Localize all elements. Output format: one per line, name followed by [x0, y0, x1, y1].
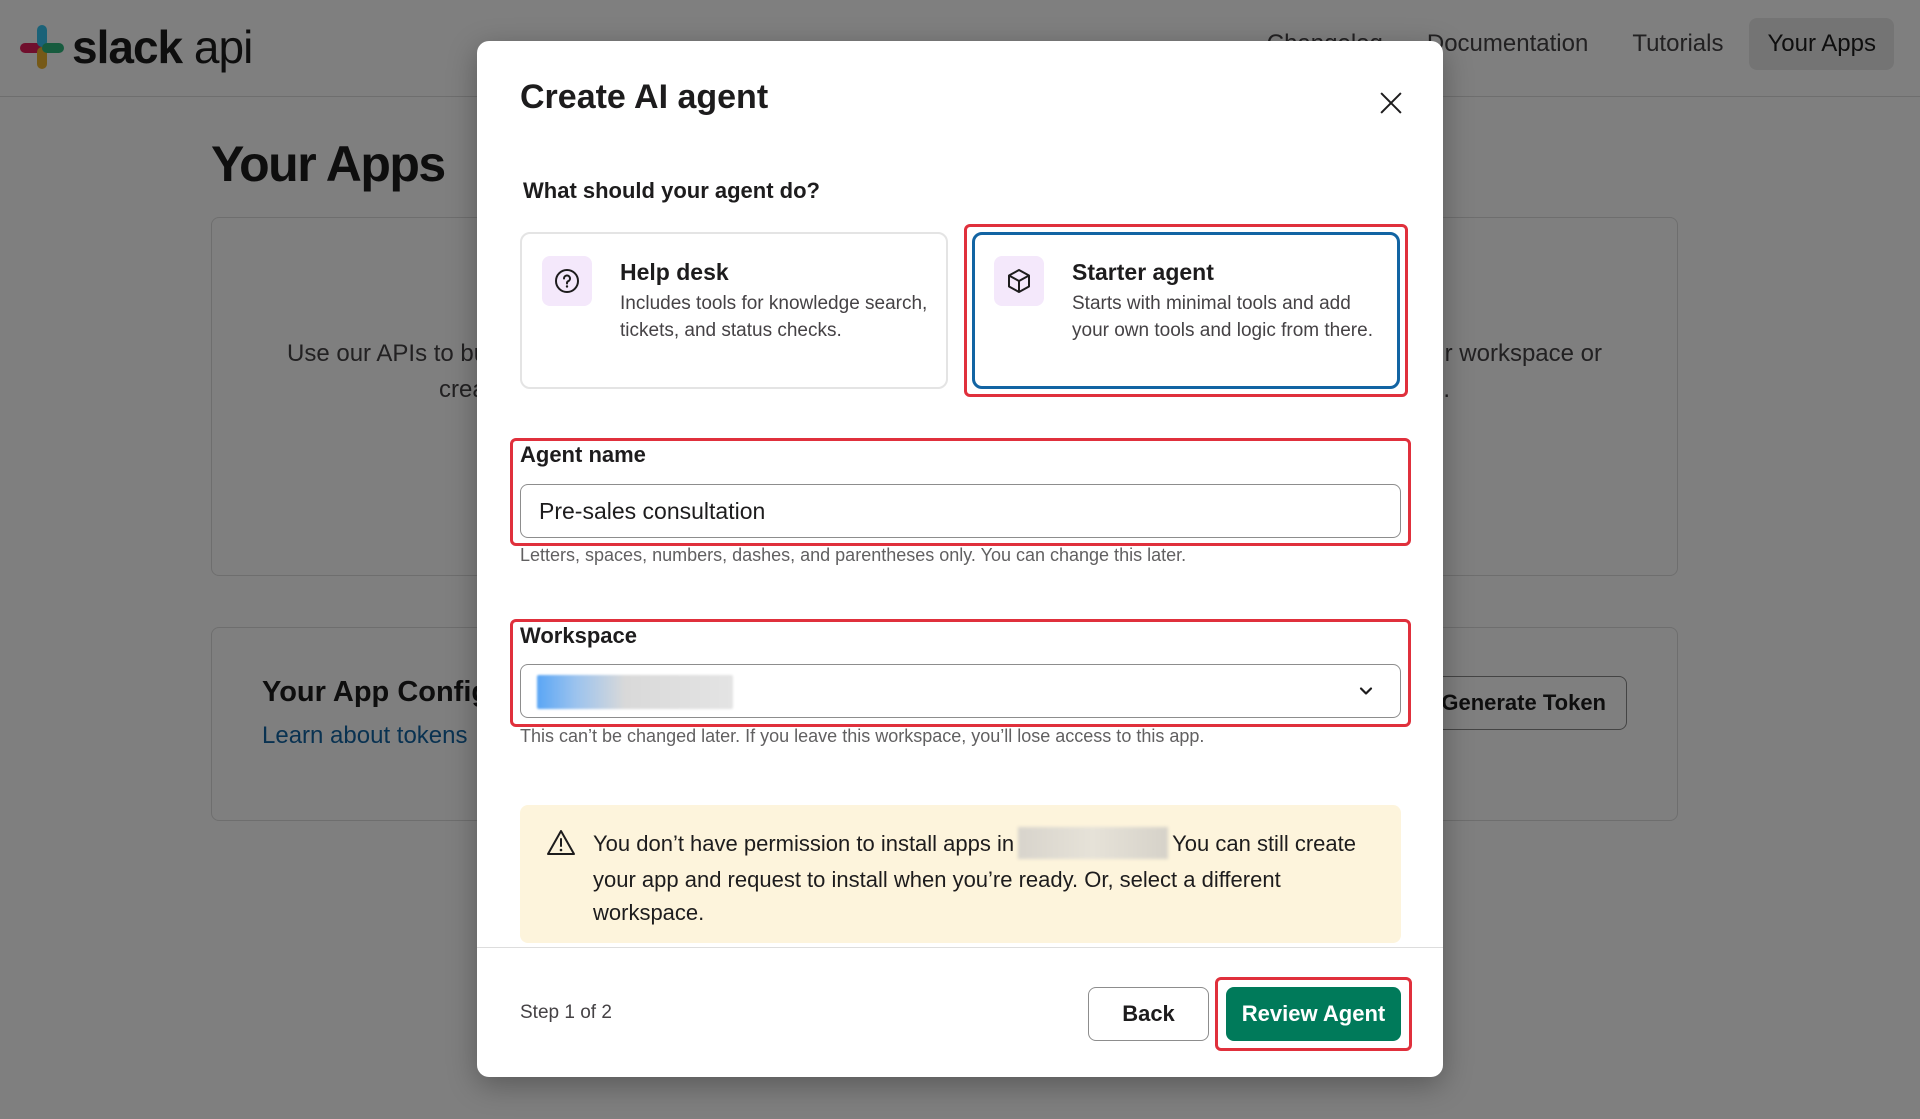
review-agent-button[interactable]: Review Agent	[1226, 987, 1401, 1041]
option-title: Starter agent	[1072, 259, 1214, 285]
agent-purpose-question: What should your agent do?	[523, 178, 820, 203]
option-starter-agent[interactable]: Starter agent Starts with minimal tools …	[972, 232, 1400, 389]
footer-divider	[477, 947, 1443, 948]
close-icon[interactable]	[1370, 81, 1412, 123]
workspace-select[interactable]	[520, 664, 1401, 718]
option-title: Help desk	[620, 259, 729, 285]
redacted-workspace-name	[1018, 827, 1169, 860]
workspace-label: Workspace	[520, 623, 637, 648]
agent-name-hint: Letters, spaces, numbers, dashes, and pa…	[520, 545, 1187, 565]
agent-name-label: Agent name	[520, 442, 646, 467]
modal-title: Create AI agent	[520, 78, 769, 116]
permission-warning: You don’t have permission to install app…	[520, 805, 1401, 943]
option-help-desk[interactable]: Help desk Includes tools for knowledge s…	[520, 232, 948, 389]
option-description: Includes tools for knowledge search, tic…	[620, 293, 928, 341]
workspace-redacted-value	[537, 675, 733, 709]
option-description: Starts with minimal tools and add your o…	[1072, 293, 1373, 341]
question-circle-icon	[542, 256, 592, 306]
step-indicator: Step 1 of 2	[520, 1002, 612, 1023]
chevron-down-icon	[1359, 687, 1373, 695]
back-button[interactable]: Back	[1088, 987, 1209, 1041]
create-ai-agent-modal: Create AI agent What should your agent d…	[477, 41, 1443, 1077]
warning-text-before: You don’t have permission to install app…	[593, 831, 1015, 856]
cube-icon	[994, 256, 1044, 306]
warning-icon	[547, 830, 575, 855]
workspace-hint: This can’t be changed later. If you leav…	[520, 726, 1205, 746]
agent-name-input[interactable]	[520, 484, 1401, 538]
